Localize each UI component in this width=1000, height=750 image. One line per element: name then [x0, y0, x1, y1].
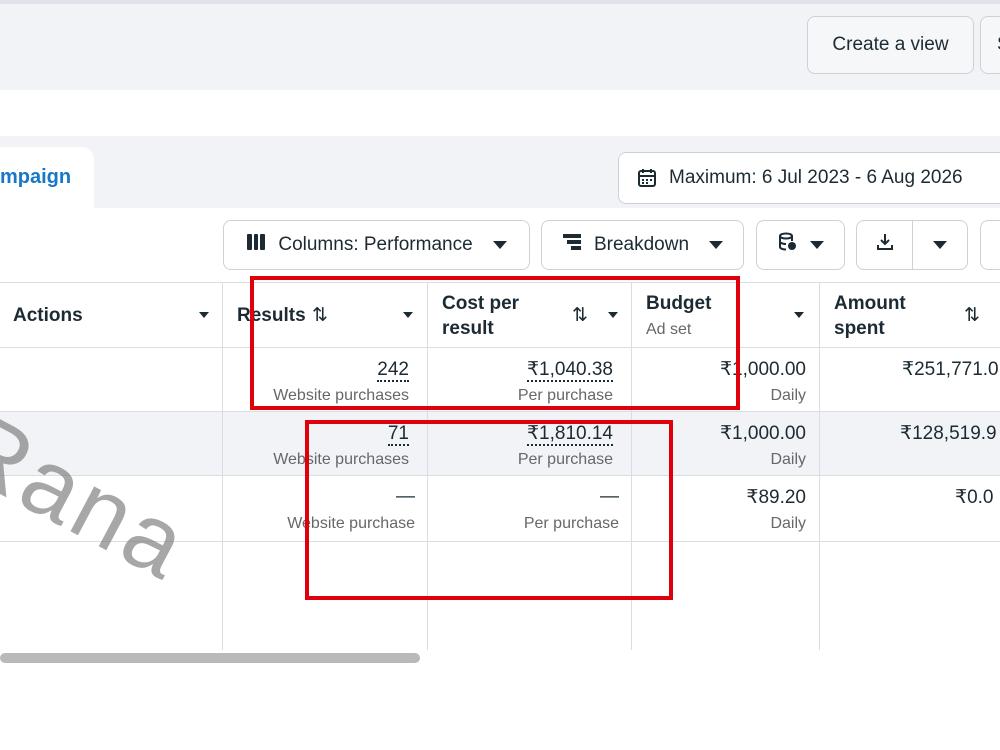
amount-spent-value: ₹128,519.9: [900, 423, 997, 444]
budget-type: Daily: [770, 515, 806, 532]
partial-button[interactable]: S: [980, 16, 1000, 74]
chevron-down-icon: [492, 241, 507, 249]
budget-type: Daily: [770, 387, 806, 404]
columns-icon: [246, 233, 266, 257]
chevron-down-icon: [933, 241, 947, 249]
column-header-label: Actions: [13, 305, 83, 326]
breakdown-icon: [562, 233, 582, 257]
date-range-button[interactable]: Maximum: 6 Jul 2023 - 6 Aug 2026: [618, 152, 1000, 204]
amount-spent-value: ₹0.0: [955, 487, 994, 508]
horizontal-scrollbar[interactable]: [0, 653, 420, 663]
database-button[interactable]: [756, 220, 845, 270]
column-divider: [819, 282, 820, 650]
column-divider: [222, 282, 223, 650]
download-icon: [875, 232, 895, 258]
sort-icon[interactable]: ⇅: [964, 304, 980, 327]
budget-value: ₹89.20: [746, 487, 806, 508]
column-header-amount-spent[interactable]: Amount spent ⇅: [819, 283, 1000, 349]
partial-toolbar-button[interactable]: [980, 220, 1000, 270]
column-header-actions[interactable]: Actions: [0, 283, 222, 349]
tab-campaign[interactable]: mpaign: [0, 147, 94, 208]
calendar-icon: [637, 168, 657, 188]
budget-value: ₹1,000.00: [719, 423, 806, 444]
breakdown-button[interactable]: Breakdown: [541, 220, 744, 270]
chevron-down-icon: [709, 241, 724, 249]
budget-type: Daily: [770, 451, 806, 468]
create-view-button[interactable]: Create a view: [807, 16, 974, 74]
column-header-label-line1: Amount: [834, 293, 906, 314]
columns-label: Columns: Performance: [278, 234, 473, 255]
database-icon: [778, 232, 798, 258]
amount-spent-value: ₹251,771.0: [902, 359, 999, 380]
columns-button[interactable]: Columns: Performance: [223, 220, 530, 270]
breakdown-label: Breakdown: [593, 234, 690, 255]
column-header-label-line2: spent: [834, 318, 885, 339]
highlight-box-bottom: [305, 420, 673, 600]
chevron-down-icon[interactable]: [199, 312, 209, 318]
chevron-down-icon: [809, 241, 824, 249]
chevron-down-icon[interactable]: [794, 312, 804, 318]
date-range-label: Maximum: 6 Jul 2023 - 6 Aug 2026: [669, 167, 963, 188]
export-button[interactable]: [856, 220, 913, 270]
highlight-box-top: [250, 276, 740, 410]
export-dropdown-button[interactable]: [912, 220, 968, 270]
